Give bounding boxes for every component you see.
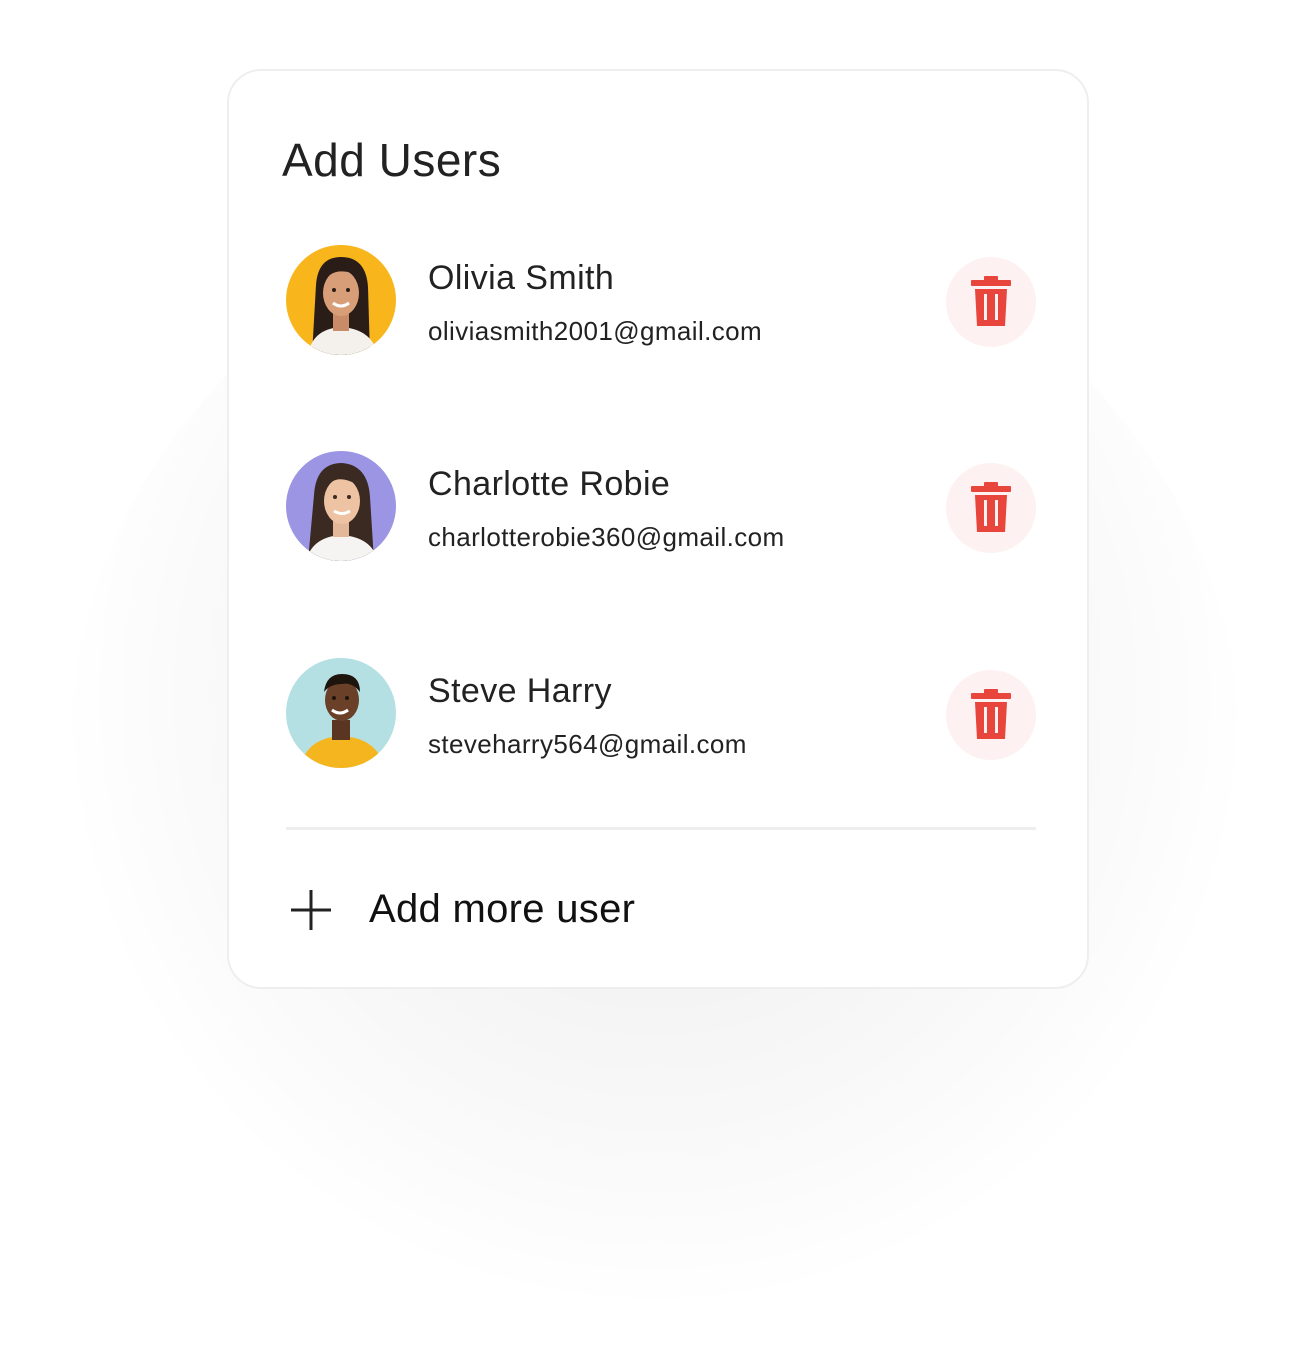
user-email: steveharry564@gmail.com (428, 729, 747, 759)
user-name: Olivia Smith (428, 259, 615, 297)
user-row: Charlotte Robie charlotterobie360@gmail.… (286, 451, 1036, 563)
trash-icon (971, 482, 1011, 532)
user-name: Steve Harry (428, 672, 612, 710)
avatar (286, 451, 396, 561)
delete-user-button[interactable] (946, 257, 1036, 347)
avatar (286, 245, 396, 355)
trash-icon (971, 689, 1011, 739)
add-more-user-button[interactable]: Add more user (291, 883, 691, 943)
user-name: Charlotte Robie (428, 465, 671, 503)
delete-user-button[interactable] (946, 670, 1036, 760)
user-email: oliviasmith2001@gmail.com (428, 316, 763, 346)
avatar (286, 658, 396, 768)
delete-user-button[interactable] (946, 463, 1036, 553)
user-email: charlotterobie360@gmail.com (428, 522, 785, 552)
page-background: Add Users Olivia Smith oliviasmith2001@g… (0, 0, 1311, 1367)
user-row: Steve Harry steveharry564@gmail.com (286, 658, 1036, 770)
plus-icon (291, 890, 331, 930)
trash-icon (971, 276, 1011, 326)
add-more-user-label: Add more user (369, 887, 636, 931)
add-users-card: Add Users Olivia Smith oliviasmith2001@g… (227, 69, 1089, 989)
divider (286, 827, 1036, 830)
user-row: Olivia Smith oliviasmith2001@gmail.com (286, 245, 1036, 357)
card-title: Add Users (282, 134, 502, 186)
